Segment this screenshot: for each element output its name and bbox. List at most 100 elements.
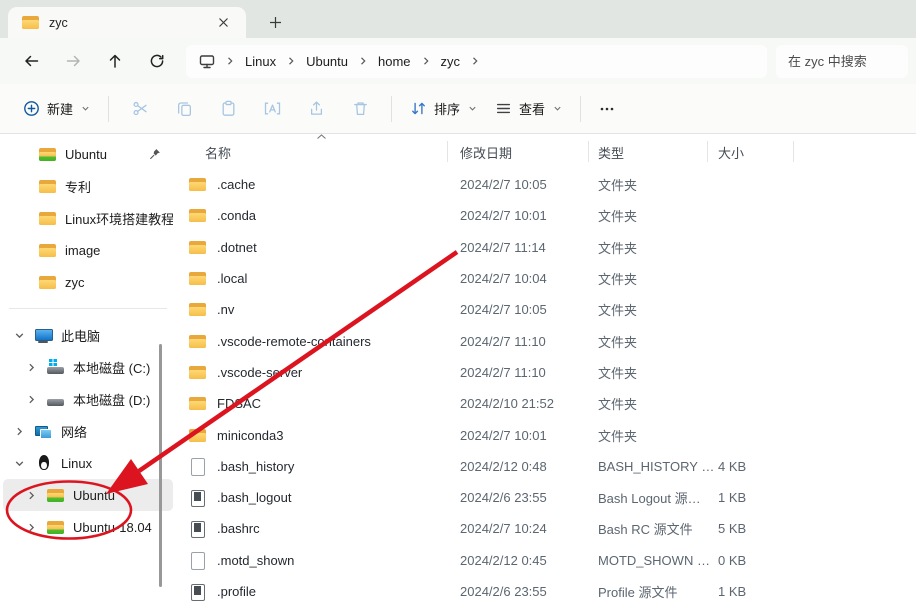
sidebar-scrollbar[interactable]	[159, 344, 162, 587]
this-pc-icon[interactable]	[194, 53, 220, 70]
copy-button[interactable]	[162, 92, 206, 126]
navigation-pane: Ubuntu 专利	[0, 134, 176, 603]
chevron-icon[interactable]	[11, 330, 27, 341]
new-button[interactable]: 新建	[14, 93, 99, 124]
column-headers: 名称 修改日期 类型 大小	[176, 134, 916, 168]
file-explorer-window: zyc Linux Ubuntu	[0, 0, 916, 604]
file-type: Bash Logout 源…	[598, 482, 701, 513]
table-row[interactable]: .bashrc 2024/2/7 10:24 Bash RC 源文件 5 KB	[176, 513, 916, 544]
breadcrumb-item-zyc[interactable]: zyc	[436, 52, 466, 71]
table-row[interactable]: .conda 2024/2/7 10:01 文件夹	[176, 200, 916, 231]
table-row[interactable]: .bash_logout 2024/2/6 23:55 Bash Logout …	[176, 482, 916, 513]
sort-icon	[410, 100, 427, 117]
command-toolbar: 新建 排序 查看	[0, 84, 916, 134]
breadcrumb-item-home[interactable]: home	[373, 52, 416, 71]
sidebar-item[interactable]: 此电脑	[3, 319, 173, 351]
file-name: .motd_shown	[217, 553, 294, 568]
rename-button[interactable]	[250, 92, 294, 126]
breadcrumb-item-ubuntu[interactable]: Ubuntu	[301, 52, 353, 71]
sort-button[interactable]: 排序	[401, 93, 486, 124]
sidebar-item[interactable]: Linux	[3, 447, 173, 479]
share-icon	[308, 100, 325, 117]
sidebar-item[interactable]: 本地磁盘 (D:)	[3, 383, 173, 415]
chevron-icon[interactable]	[23, 522, 39, 533]
file-type: 文件夹	[598, 169, 637, 200]
folder-icon	[39, 274, 57, 290]
table-row[interactable]: .cache 2024/2/7 10:05 文件夹	[176, 169, 916, 200]
column-resize-handle[interactable]	[588, 141, 589, 162]
table-row[interactable]: .dotnet 2024/2/7 11:14 文件夹	[176, 232, 916, 263]
delete-button[interactable]	[338, 92, 382, 126]
navigation-bar: Linux Ubuntu home zyc	[0, 38, 916, 84]
sidebar-item[interactable]: Linux环境搭建教程	[3, 202, 173, 234]
table-row[interactable]: .local 2024/2/7 10:04 文件夹	[176, 263, 916, 294]
table-row[interactable]: .motd_shown 2024/2/12 0:45 MOTD_SHOWN … …	[176, 545, 916, 576]
sidebar-item-label: 此电脑	[61, 326, 100, 345]
file-icon	[189, 552, 207, 568]
tree-item-icon	[35, 423, 53, 439]
sidebar-item-label: Linux	[61, 456, 92, 471]
sidebar-item[interactable]: 本地磁盘 (C:)	[3, 351, 173, 383]
new-tab-button[interactable]	[258, 7, 292, 38]
tree-item-icon	[35, 327, 53, 343]
sidebar-item-label: Ubuntu-18.04	[73, 520, 152, 535]
sidebar-item-label: 本地磁盘 (C:)	[73, 358, 150, 377]
sidebar-item[interactable]: zyc	[3, 266, 173, 298]
table-row[interactable]: miniconda3 2024/2/7 10:01 文件夹	[176, 419, 916, 450]
sidebar-item[interactable]: 网络	[3, 415, 173, 447]
chevron-right-icon	[416, 56, 436, 66]
search-input[interactable]	[788, 54, 896, 69]
file-icon	[189, 208, 207, 224]
refresh-button[interactable]	[136, 44, 178, 78]
table-row[interactable]: .vscode-server 2024/2/7 11:10 文件夹	[176, 357, 916, 388]
back-button[interactable]	[10, 44, 52, 78]
column-header-size[interactable]: 大小	[718, 143, 744, 162]
chevron-icon[interactable]	[23, 362, 39, 373]
file-date-modified: 2024/2/12 0:48	[460, 451, 547, 482]
share-button[interactable]	[294, 92, 338, 126]
sidebar-item-label: 本地磁盘 (D:)	[73, 390, 150, 409]
sidebar-item-label: Ubuntu	[65, 147, 107, 162]
breadcrumb: Linux Ubuntu home zyc	[186, 45, 767, 78]
column-header-date[interactable]: 修改日期	[460, 143, 512, 162]
file-date-modified: 2024/2/7 10:04	[460, 263, 547, 294]
cut-button[interactable]	[118, 92, 162, 126]
sidebar-item[interactable]: Ubuntu	[3, 479, 173, 511]
column-header-type[interactable]: 类型	[598, 143, 624, 162]
column-resize-handle[interactable]	[707, 141, 708, 162]
column-resize-handle[interactable]	[793, 141, 794, 162]
file-name: .bashrc	[217, 521, 260, 536]
breadcrumb-item-linux[interactable]: Linux	[240, 52, 281, 71]
more-options-button[interactable]	[590, 92, 624, 126]
sidebar-item[interactable]: Ubuntu-18.04	[3, 511, 173, 543]
tab-close-icon[interactable]	[210, 11, 236, 35]
column-resize-handle[interactable]	[447, 141, 448, 162]
chevron-right-icon	[353, 56, 373, 66]
paste-button[interactable]	[206, 92, 250, 126]
file-date-modified: 2024/2/7 10:05	[460, 294, 547, 325]
up-button[interactable]	[94, 44, 136, 78]
chevron-icon[interactable]	[11, 458, 27, 469]
file-name: .cache	[217, 177, 255, 192]
sort-ascending-icon	[316, 134, 327, 141]
table-row[interactable]: .profile 2024/2/6 23:55 Profile 源文件 1 KB	[176, 576, 916, 603]
explorer-tab[interactable]: zyc	[8, 7, 246, 38]
chevron-right-icon	[281, 56, 301, 66]
file-rows: .cache 2024/2/7 10:05 文件夹 .conda 2024/2/…	[176, 169, 916, 603]
sidebar-item[interactable]: 专利	[3, 170, 173, 202]
table-row[interactable]: FDSAC 2024/2/10 21:52 文件夹	[176, 388, 916, 419]
table-row[interactable]: .vscode-remote-containers 2024/2/7 11:10…	[176, 325, 916, 356]
column-header-name[interactable]: 名称	[205, 143, 231, 162]
file-date-modified: 2024/2/6 23:55	[460, 482, 547, 513]
forward-button[interactable]	[52, 44, 94, 78]
chevron-icon[interactable]	[23, 490, 39, 501]
table-row[interactable]: .nv 2024/2/7 10:05 文件夹	[176, 294, 916, 325]
sidebar-item[interactable]: Ubuntu	[3, 138, 173, 170]
view-button[interactable]: 查看	[486, 93, 571, 124]
table-row[interactable]: .bash_history 2024/2/12 0:48 BASH_HISTOR…	[176, 451, 916, 482]
chevron-icon[interactable]	[11, 426, 27, 437]
chevron-icon[interactable]	[23, 394, 39, 405]
folder-icon	[22, 15, 40, 31]
sidebar-item[interactable]: image	[3, 234, 173, 266]
file-icon	[189, 427, 207, 443]
